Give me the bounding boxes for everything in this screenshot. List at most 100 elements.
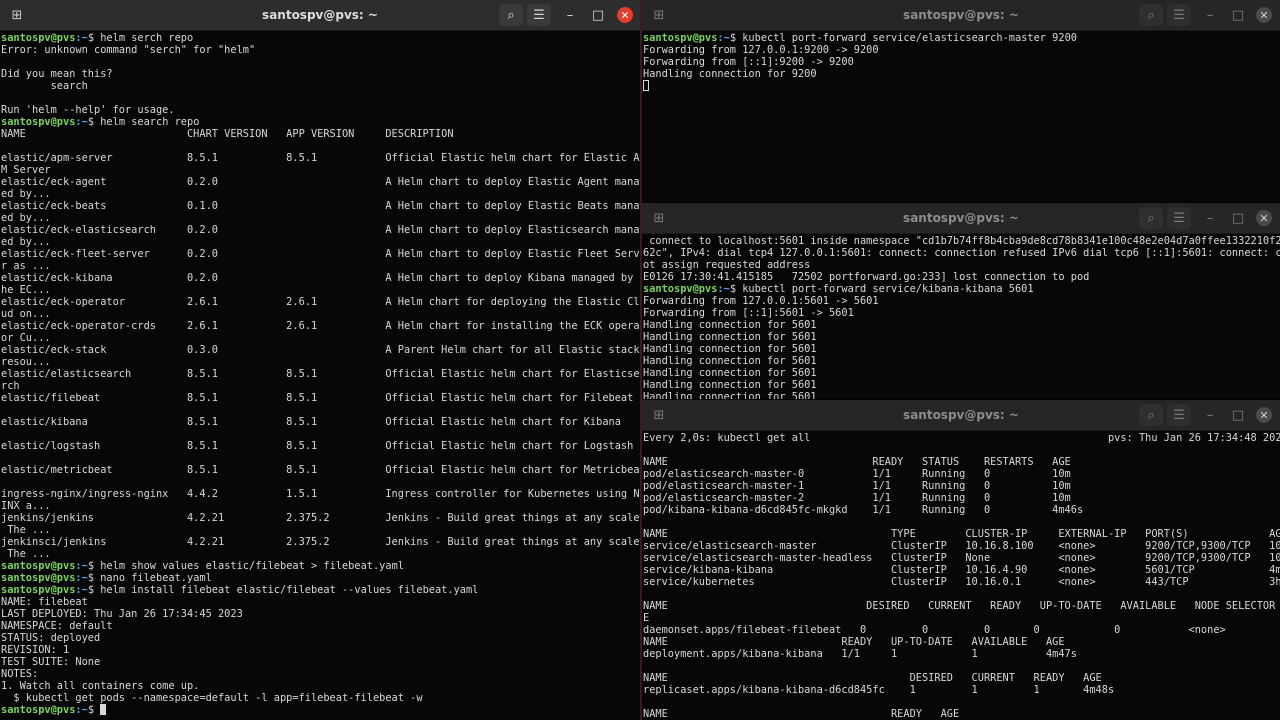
terminal-line: NAME TYPE CLUSTER-IP EXTERNAL-IP PORT(S)… [643,528,1280,540]
terminal-line: jenkins/jenkins 4.2.21 2.375.2 Jenkins -… [1,512,640,524]
terminal-line: Handling connection for 5601 [643,391,817,399]
menu-button[interactable]: ☰ [1167,207,1191,229]
terminal-line: santospv@pvs:~$ helm install filebeat el… [1,584,479,596]
search-button[interactable]: ⌕ [1139,4,1163,26]
maximize-button[interactable]: □ [1226,4,1250,26]
menu-button[interactable]: ☰ [527,4,551,26]
prompt-path: :~ [717,283,730,295]
minimize-button[interactable]: – [1198,404,1222,426]
hamburger-menu-icon: ☰ [1173,7,1185,23]
close-icon: ✕ [1259,408,1269,422]
terminal-output[interactable]: Every 2,0s: kubectl get all pvs: Thu Jan… [642,432,1280,720]
terminal-line: ed by... [1,188,51,200]
terminal-line: service/elasticsearch-master-headless Cl… [643,552,1280,564]
terminal-window-bottom-right[interactable]: ⊞ santospv@pvs: ~ ⌕ ☰ – □ ✕ Every 2,0s: … [642,400,1280,720]
menu-button[interactable]: ☰ [1167,404,1191,426]
terminal-line: The ... [1,548,51,560]
terminal-line: LAST DEPLOYED: Thu Jan 26 17:34:45 2023 [1,608,243,620]
terminal-line: NAME READY UP-TO-DATE AVAILABLE AGE [643,636,1065,648]
search-icon: ⌕ [1147,7,1155,23]
close-button[interactable]: ✕ [617,7,633,23]
terminal-line: TEST SUITE: None [1,656,101,668]
maximize-icon: □ [591,7,605,23]
titlebar[interactable]: ⊞ santospv@pvs: ~ ⌕ ☰ – □ ✕ [642,203,1280,234]
search-button[interactable]: ⌕ [499,4,523,26]
terminal-output[interactable]: santospv@pvs:~$ helm serch repo Error: un… [0,32,640,720]
terminal-line: Did you mean this? [1,68,113,80]
terminal-line: elastic/eck-elasticsearch 0.2.0 A Helm c… [1,224,640,236]
terminal-line: Error: unknown command "serch" for "helm… [1,44,256,56]
prompt-user: santospv@pvs [643,283,718,295]
terminal-cursor [643,80,649,91]
minimize-button[interactable]: – [1198,4,1222,26]
search-button[interactable]: ⌕ [1139,404,1163,426]
terminal-line: INX a... [1,500,51,512]
titlebar[interactable]: ⊞ santospv@pvs: ~ ⌕ ☰ – □ ✕ [0,0,640,31]
terminal-window-top-right[interactable]: ⊞ santospv@pvs: ~ ⌕ ☰ – □ ✕ santospv@pvs… [642,0,1280,202]
close-button[interactable]: ✕ [1256,7,1272,23]
terminal-line: NAME DESIRED CURRENT READY AGE [643,672,1102,684]
terminal-window-left[interactable]: ⊞ santospv@pvs: ~ ⌕ ☰ – □ ✕ santospv@pvs… [0,0,640,720]
terminal-line: NAME DESIRED CURRENT READY UP-TO-DATE AV… [643,600,1280,612]
prompt-path: :~ [75,572,88,584]
terminal-line: NAMESPACE: default [1,620,113,632]
terminal-window-middle-right[interactable]: ⊞ santospv@pvs: ~ ⌕ ☰ – □ ✕ connect to l… [642,203,1280,399]
terminal-line: santospv@pvs:~$ kubectl port-forward ser… [643,283,1034,295]
minimize-button[interactable]: – [558,4,582,26]
terminal-line: ed by... [1,236,51,248]
terminal-line: ingress-nginx/ingress-nginx 4.4.2 1.5.1 … [1,488,640,500]
terminal-line: daemonset.apps/filebeat-filebeat 0 0 0 0… [643,624,1280,636]
terminal-line: connect to localhost:5601 inside namespa… [643,235,1280,247]
titlebar[interactable]: ⊞ santospv@pvs: ~ ⌕ ☰ – □ ✕ [642,0,1280,31]
terminal-output[interactable]: connect to localhost:5601 inside namespa… [642,235,1280,399]
terminal-line: Forwarding from [::1]:9200 -> 9200 [643,56,854,68]
terminal-line: r as ... [1,260,51,272]
close-icon: ✕ [1259,211,1269,225]
titlebar[interactable]: ⊞ santospv@pvs: ~ ⌕ ☰ – □ ✕ [642,400,1280,431]
terminal-line: or Cu... [1,332,51,344]
search-icon: ⌕ [1147,210,1155,226]
terminal-line: M Server [1,164,51,176]
menu-button[interactable]: ☰ [1167,4,1191,26]
terminal-line: Forwarding from 127.0.0.1:5601 -> 5601 [643,295,879,307]
terminal-line: $ kubectl get pods --namespace=default -… [1,692,423,704]
maximize-button[interactable]: □ [1226,207,1250,229]
terminal-output[interactable]: santospv@pvs:~$ kubectl port-forward ser… [642,32,1280,202]
terminal-line: santospv@pvs:~$ nano filebeat.yaml [1,572,212,584]
terminal-line: Handling connection for 5601 [643,343,817,355]
terminal-line: elastic/apm-server 8.5.1 8.5.1 Official … [1,152,640,164]
terminal-line: service/kibana-kibana ClusterIP 10.16.4.… [643,564,1280,576]
terminal-line: Handling connection for 5601 [643,319,817,331]
close-button[interactable]: ✕ [1256,210,1272,226]
close-button[interactable]: ✕ [1256,407,1272,423]
maximize-button[interactable]: □ [586,4,610,26]
terminal-line: santospv@pvs:~$ helm search repo [1,116,200,128]
terminal-line: E0126 17:30:41.415185 72502 portforward.… [643,271,1090,283]
close-icon: ✕ [620,8,630,22]
terminal-line: NAME READY STATUS RESTARTS AGE [643,456,1071,468]
terminal-line: ud on... [1,308,51,320]
prompt-user: santospv@pvs [1,560,76,572]
terminal-line: elastic/eck-stack 0.3.0 A Parent Helm ch… [1,344,640,356]
terminal-line [643,80,1279,92]
prompt-user: santospv@pvs [1,116,76,128]
terminal-line: Every 2,0s: kubectl get all pvs: Thu Jan… [643,432,1280,444]
hamburger-menu-icon: ☰ [1173,210,1185,226]
terminal-line: service/elasticsearch-master ClusterIP 1… [643,540,1280,552]
prompt-path: :~ [75,32,88,44]
maximize-button[interactable]: □ [1226,404,1250,426]
terminal-line: replicaset.apps/kibana-kibana-d6cd845fc … [643,684,1115,696]
hamburger-menu-icon: ☰ [533,7,545,23]
maximize-icon: □ [1231,210,1245,226]
search-button[interactable]: ⌕ [1139,207,1163,229]
terminal-line: 62c", IPv4: dial tcp4 127.0.0.1:5601: co… [643,247,1280,259]
minimize-button[interactable]: – [1198,207,1222,229]
terminal-line: santospv@pvs:~$ [1,704,639,716]
prompt-path: :~ [75,584,88,596]
